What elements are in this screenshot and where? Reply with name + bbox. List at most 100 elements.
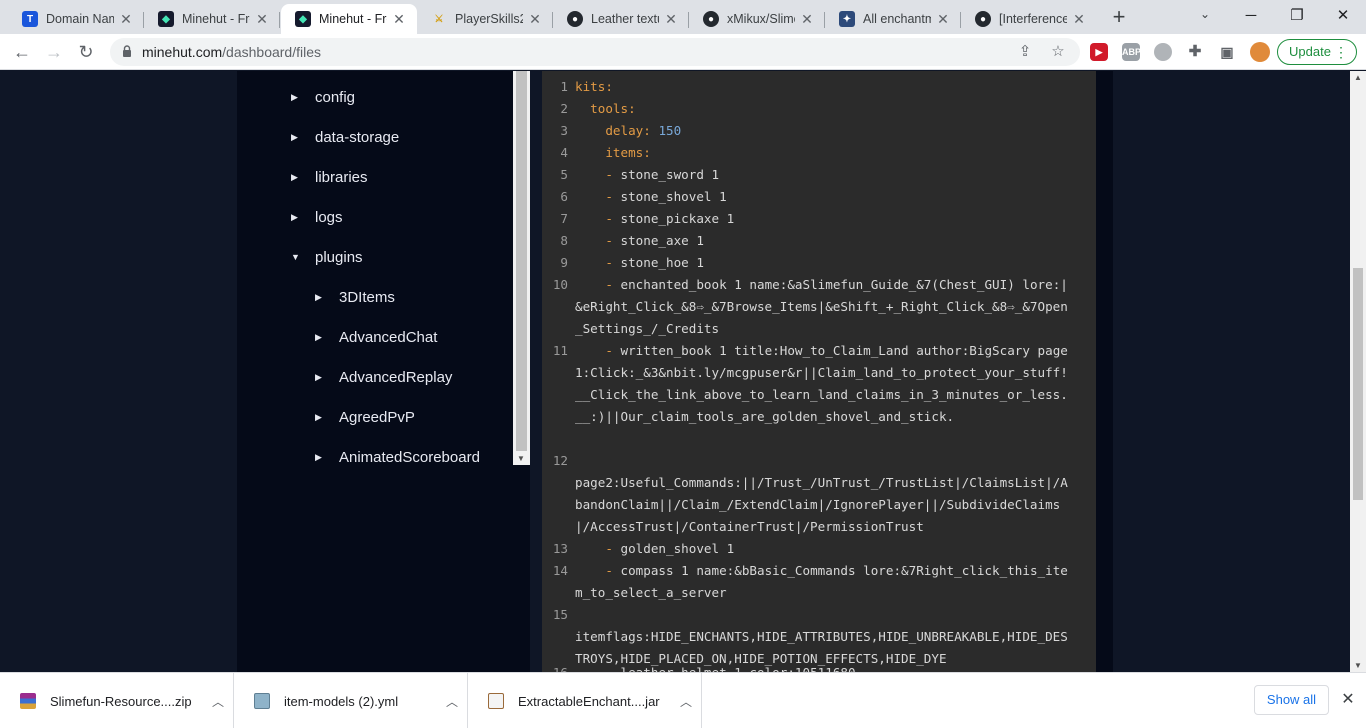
download-item[interactable]: Slimefun-Resource....zip ︿ [0,673,234,728]
code-token: tools: [590,101,636,116]
line-number: 11 [552,343,568,358]
line-number: 6 [560,189,568,204]
code-token: - [605,277,613,292]
window-close-icon[interactable]: ✕ [1320,4,1366,28]
reload-icon[interactable]: ↻ [74,40,98,64]
code-token: compass 1 name:&bBasic_Commands lore:&7R… [575,563,1068,600]
bookmark-star-icon[interactable]: ☆ [1049,43,1067,61]
update-button[interactable]: Update ⋮ [1277,39,1357,65]
tree-item-agreedpvp[interactable]: ▶ AgreedPvP [315,405,415,429]
tree-item-animatedscoreboard[interactable]: ▶ AnimatedScoreboard [315,445,480,466]
github-icon: ● [975,11,991,27]
code-token: - [605,189,613,204]
tree-item-label: logs [315,208,343,226]
scrollbar-thumb[interactable] [516,71,527,451]
chevron-up-icon[interactable]: ︿ [671,693,701,710]
caret-right-icon: ▶ [291,91,298,102]
tree-item-label: AnimatedScoreboard [339,448,480,466]
code-token: stone_hoe 1 [612,255,704,270]
line-number: 16 [542,662,568,672]
panel-splitter[interactable] [530,71,542,672]
browser-tab[interactable]: ◆ Minehut - Fre ✕ [144,4,280,34]
browser-tab[interactable]: ● Leather textu ✕ [553,4,689,34]
line-number: 10 [552,277,568,292]
profile-avatar[interactable] [1250,42,1270,62]
back-arrow-icon[interactable]: ← [10,40,34,64]
tree-item-advancedchat[interactable]: ▶ AdvancedChat [315,325,437,349]
side-panel-icon[interactable]: ▣ [1218,43,1236,61]
browser-tab-active[interactable]: ◆ Minehut - Fre ✕ [281,4,417,34]
extension-sphere-icon[interactable] [1154,43,1172,61]
chevron-up-icon[interactable]: ︿ [203,693,233,710]
tab-search-chevron-icon[interactable]: ⌄ [1194,7,1216,27]
download-item[interactable]: ExtractableEnchant....jar ︿ [468,673,702,728]
restore-icon[interactable]: ❐ [1274,4,1320,28]
share-icon[interactable]: ⇪ [1016,43,1034,61]
caret-right-icon: ▶ [315,411,322,422]
scrollbar-thumb[interactable] [1353,268,1363,500]
tab-close-icon[interactable]: ✕ [118,11,134,27]
minimize-icon[interactable]: ─ [1228,4,1274,28]
line-number: 4 [560,145,568,160]
tab-close-icon[interactable]: ✕ [527,11,543,27]
extension-red-play-icon[interactable]: ▶ [1090,43,1108,61]
download-filename: ExtractableEnchant....jar [518,693,660,709]
tab-close-icon[interactable]: ✕ [799,11,815,27]
tree-item-3ditems[interactable]: ▶ 3DItems [315,285,395,309]
tab-close-icon[interactable]: ✕ [663,11,679,27]
tree-item-label: 3DItems [339,288,395,306]
close-download-bar-icon[interactable]: ✕ [1338,690,1358,710]
tab-close-icon[interactable]: ✕ [254,11,270,27]
tab-close-icon[interactable]: ✕ [1071,11,1087,27]
line-code: page2:Useful_Commands:||/Trust_/UnTrust_… [575,472,1075,538]
tree-item-libraries[interactable]: ▶ libraries [291,165,368,189]
code-token: golden_shovel 1 [612,541,735,556]
file-manager-panel: ▶ config ▶ data-storage ▶ libraries ▶ lo… [237,71,1113,672]
tree-item-data-storage[interactable]: ▶ data-storage [291,125,399,149]
code-editor[interactable]: 1 kits: 2 tools: 3 delay: 150 4 items: 5 - st… [542,71,1096,672]
scroll-down-arrow-icon[interactable]: ▼ [517,454,525,463]
line-code: - written_book 1 title:How_to_Claim_Land… [575,340,1075,428]
caret-right-icon: ▶ [315,371,322,382]
code-token: page2:Useful_Commands:||/Trust_/UnTrust_… [575,475,1068,534]
tree-item-config[interactable]: ▶ config [291,85,355,109]
file-tree: ▶ config ▶ data-storage ▶ libraries ▶ lo… [237,71,513,465]
code-token: - [605,211,613,226]
tab-title: Minehut - Fre [319,12,387,26]
new-tab-plus-icon[interactable]: + [1106,6,1132,30]
tab-title: Minehut - Fre [182,12,250,26]
download-bar: Slimefun-Resource....zip ︿ item-models (… [0,672,1366,728]
browser-tab[interactable]: T Domain Nam ✕ [8,4,144,34]
tab-close-icon[interactable]: ✕ [935,11,951,27]
forward-arrow-icon[interactable]: → [42,40,66,64]
caret-right-icon: ▶ [315,451,322,462]
browser-tab[interactable]: ✦ All enchantm ✕ [825,4,961,34]
show-all-button[interactable]: Show all [1254,685,1329,715]
scroll-down-arrow-icon[interactable]: ▼ [1354,661,1362,670]
tab-title: PlayerSkills2 | [455,12,523,26]
line-number: 9 [560,255,568,270]
update-label: Update [1289,44,1331,59]
tab-close-icon[interactable]: ✕ [391,11,407,27]
tree-item-logs[interactable]: ▶ logs [291,205,343,229]
browser-tab[interactable]: ● [Interference ✕ [961,4,1097,34]
extensions-puzzle-icon[interactable]: ✚ [1186,43,1204,61]
scroll-up-arrow-icon[interactable]: ▲ [1354,73,1362,82]
tree-item-advancedreplay[interactable]: ▶ AdvancedReplay [315,365,452,389]
chevron-up-icon[interactable]: ︿ [437,693,467,710]
browser-tab[interactable]: ⚔ PlayerSkills2 | ✕ [417,4,553,34]
line-number: 14 [552,563,568,578]
line-number: 3 [560,123,568,138]
file-tree-scrollbar[interactable]: ▼ [513,71,530,465]
page-scrollbar[interactable]: ▲ ▼ [1350,71,1366,672]
address-bar[interactable]: minehut.com/dashboard/files ⇪ ☆ [110,38,1080,66]
browser-tab[interactable]: ● xMikux/Slime ✕ [689,4,825,34]
download-item[interactable]: item-models (2).yml ︿ [234,673,468,728]
tree-item-plugins[interactable]: ▼ plugins [291,245,363,269]
adblock-plus-icon[interactable]: ABP [1122,43,1141,61]
